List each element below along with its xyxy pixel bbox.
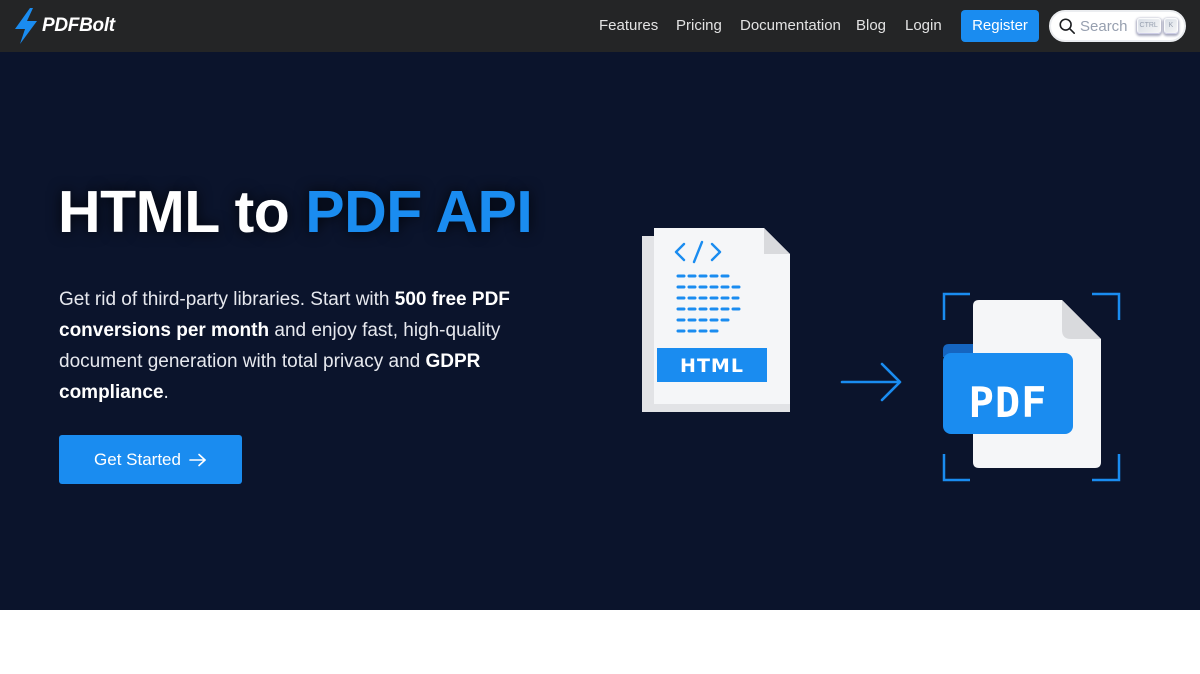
- arrow-right-icon: [840, 362, 902, 402]
- hero-desc-part-3: .: [163, 382, 169, 403]
- html-label: HTML: [680, 355, 744, 377]
- hero-title-accent: PDF API: [305, 179, 533, 245]
- nav-link-blog[interactable]: Blog: [856, 16, 886, 36]
- shortcut-key-k: K: [1163, 18, 1178, 34]
- get-started-label: Get Started: [94, 449, 181, 469]
- shortcut-key-ctrl: CTRL: [1136, 18, 1161, 34]
- hero-desc-part-1: Get rid of third-party libraries. Start …: [59, 289, 395, 310]
- nav-link-documentation[interactable]: Documentation: [740, 16, 841, 36]
- hero-section: HTML to PDF API Get rid of third-party l…: [0, 52, 1200, 610]
- brand-logo-link[interactable]: PDFBolt: [12, 6, 115, 46]
- get-started-button[interactable]: Get Started: [59, 435, 242, 484]
- search-icon: [1059, 18, 1076, 35]
- nav-link-login[interactable]: Login: [905, 16, 942, 36]
- nav-link-pricing[interactable]: Pricing: [676, 16, 722, 36]
- pdf-document-illustration: PDF: [942, 292, 1121, 482]
- html-document-illustration: HTML: [642, 228, 790, 412]
- html-to-pdf-illustration: HTML PDF: [642, 228, 1121, 482]
- search-placeholder: Search: [1080, 17, 1128, 35]
- nav-link-features[interactable]: Features: [599, 16, 658, 36]
- hero-title-plain: HTML to: [58, 179, 306, 245]
- register-button[interactable]: Register: [961, 10, 1039, 42]
- brand-name: PDFBolt: [42, 15, 115, 36]
- lightning-bolt-icon: [15, 8, 37, 44]
- arrow-right-icon: [189, 453, 206, 466]
- search-shortcut: CTRL K: [1136, 18, 1181, 34]
- hero-title: HTML to PDF API: [58, 177, 533, 247]
- pdf-label: PDF: [969, 378, 1048, 427]
- hero-description: Get rid of third-party libraries. Start …: [59, 284, 529, 408]
- top-navbar: PDFBolt Features Pricing Documentation B…: [0, 0, 1200, 52]
- search-button[interactable]: Search CTRL K: [1049, 10, 1186, 42]
